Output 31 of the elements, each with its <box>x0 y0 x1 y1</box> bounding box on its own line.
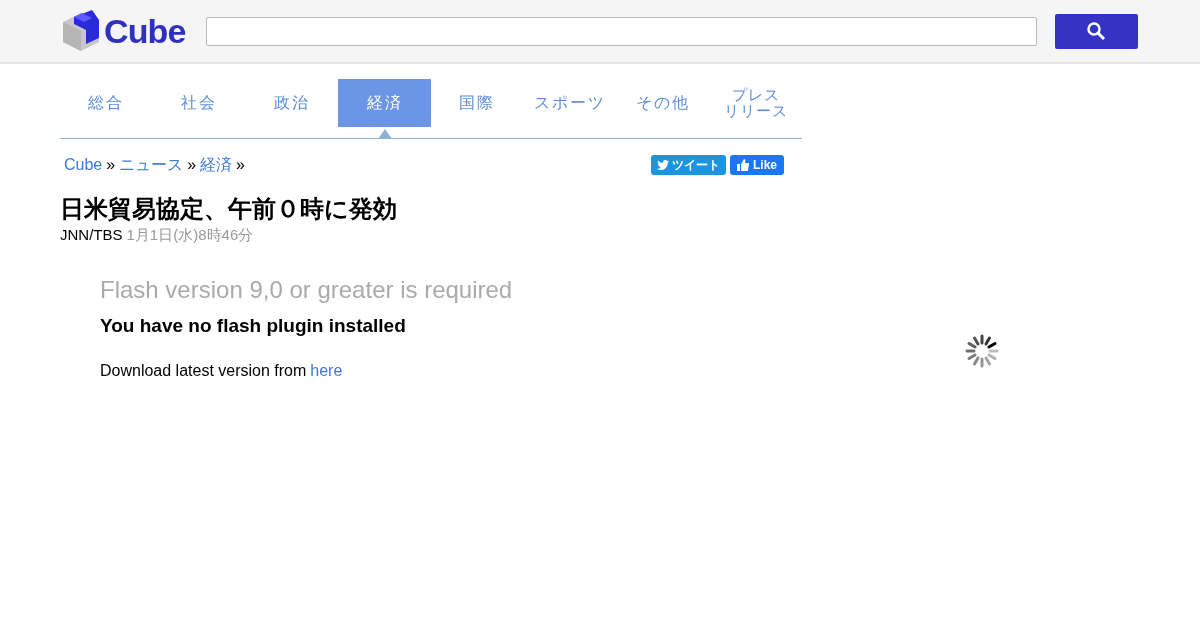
category-tab[interactable]: 総合 <box>60 79 153 127</box>
category-tab[interactable]: 経済 <box>338 79 431 127</box>
breadcrumb-separator: » <box>106 155 116 175</box>
flash-heading: Flash version 9,0 or greater is required <box>100 275 514 306</box>
thumbs-up-icon <box>737 159 749 171</box>
download-link[interactable]: here <box>310 358 343 383</box>
article-date: 1月1日(水)8時46分 <box>126 224 254 245</box>
category-tab[interactable]: その他 <box>616 79 710 127</box>
search-icon <box>1086 21 1107 41</box>
breadcrumb-separator: » <box>187 155 197 175</box>
category-tab[interactable]: 国際 <box>431 79 524 127</box>
like-button[interactable]: Like <box>730 155 784 175</box>
loading-spinner-icon <box>965 334 999 369</box>
breadcrumb-separator: » <box>236 155 245 175</box>
article-title: 日米貿易協定、午前０時に発効 <box>60 195 398 224</box>
category-tab[interactable]: スポーツ <box>523 79 617 127</box>
download-text: Download latest version from <box>100 360 307 381</box>
flash-subheading: You have no flash plugin installed <box>100 314 407 339</box>
category-tab[interactable]: プレス リリース <box>709 79 802 127</box>
article-source: JNN/TBS <box>60 224 123 245</box>
breadcrumb-link[interactable]: Cube <box>64 153 103 177</box>
category-tab[interactable]: 社会 <box>152 79 246 127</box>
logo-text: Cube <box>104 14 186 48</box>
search-button[interactable] <box>1054 13 1138 49</box>
tweet-button[interactable]: ツイート <box>651 155 726 175</box>
category-tab[interactable]: 政治 <box>245 79 339 127</box>
search-field[interactable] <box>205 16 1037 46</box>
cube-logo-icon <box>62 10 100 52</box>
breadcrumb-link[interactable]: ニュース <box>119 153 184 177</box>
bird-icon <box>657 160 669 170</box>
breadcrumb-link[interactable]: 経済 <box>200 153 233 177</box>
